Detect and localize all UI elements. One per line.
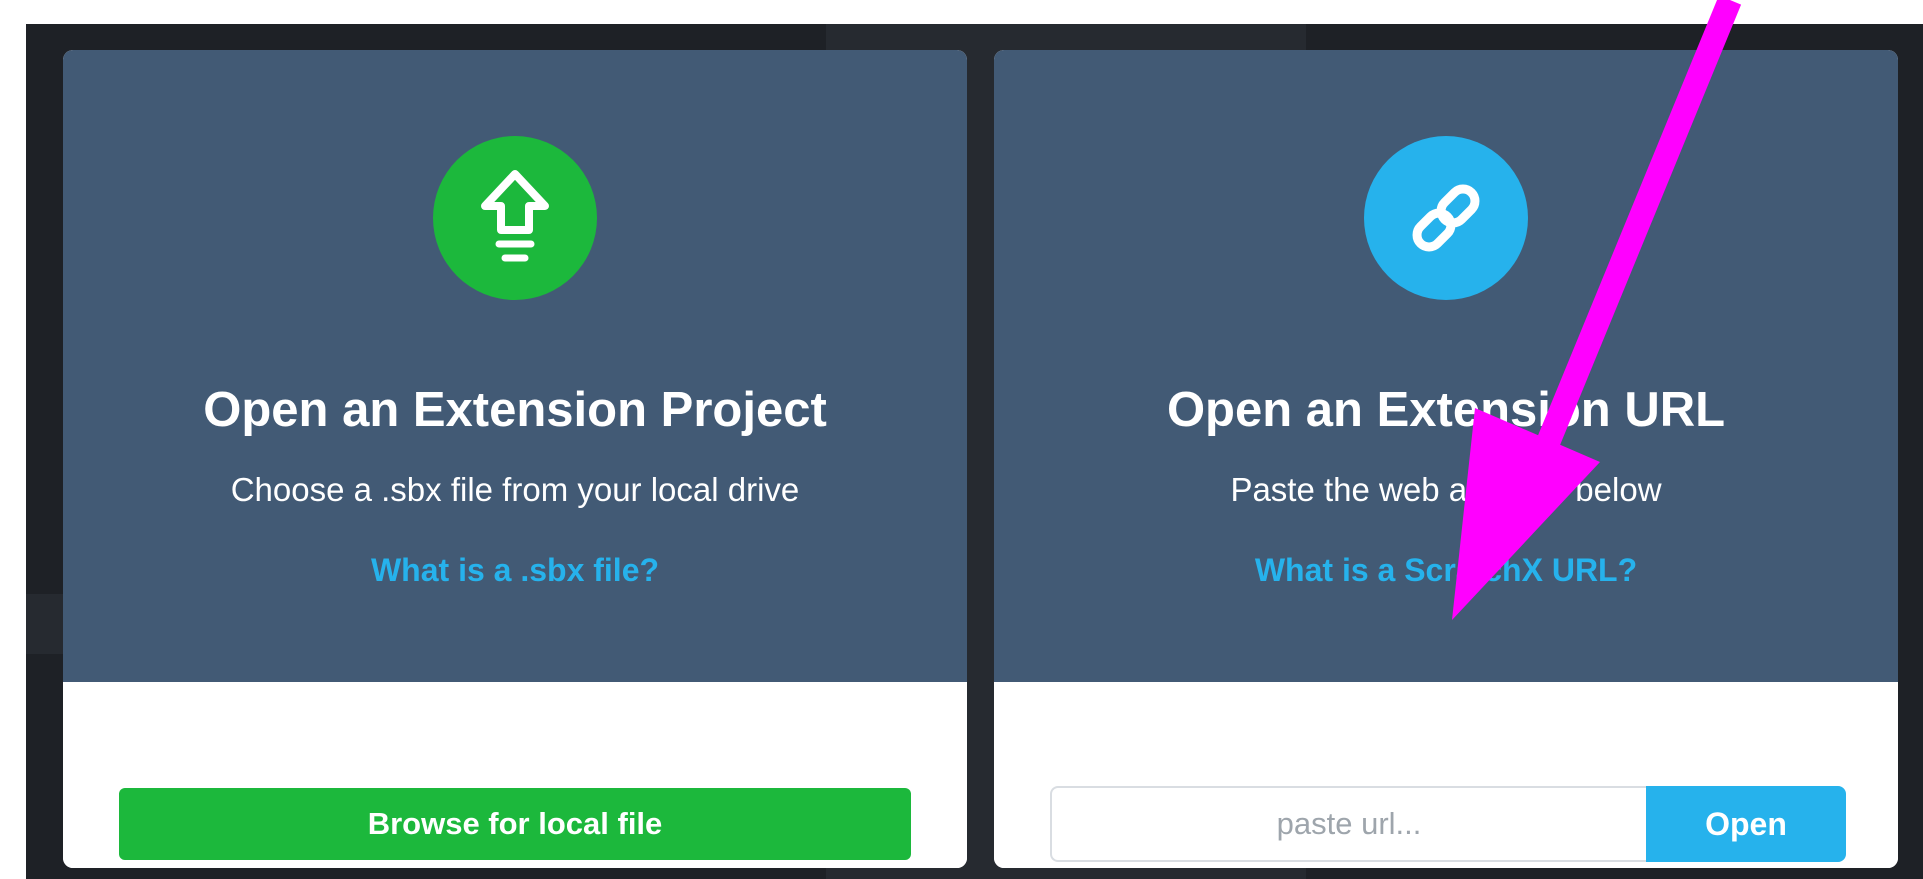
link-icon: [1412, 184, 1480, 252]
open-project-card: Open an Extension Project Choose a .sbx …: [63, 50, 967, 868]
open-url-title: Open an Extension URL: [1166, 383, 1726, 437]
link-icon-circle: [1364, 136, 1528, 300]
background-strip: [26, 594, 66, 654]
url-input-group: Open: [1050, 786, 1846, 862]
open-url-subtitle: Paste the web address below: [1230, 471, 1662, 508]
what-is-sbx-link[interactable]: What is a .sbx file?: [63, 550, 967, 590]
open-url-card: Open an Extension URL Paste the web addr…: [994, 50, 1898, 868]
browse-local-file-button[interactable]: Browse for local file: [119, 788, 911, 860]
upload-icon-circle: [433, 136, 597, 300]
open-url-button[interactable]: Open: [1646, 786, 1846, 862]
open-project-subtitle: Choose a .sbx file from your local drive: [230, 471, 800, 508]
open-url-card-header: Open an Extension URL Paste the web addr…: [994, 50, 1898, 682]
what-is-scratchx-url-link[interactable]: What is a ScratchX URL?: [994, 550, 1898, 590]
upload-arrow-icon: [481, 170, 549, 262]
open-project-card-header: Open an Extension Project Choose a .sbx …: [63, 50, 967, 682]
open-project-title: Open an Extension Project: [203, 383, 827, 437]
url-input[interactable]: [1050, 786, 1646, 862]
